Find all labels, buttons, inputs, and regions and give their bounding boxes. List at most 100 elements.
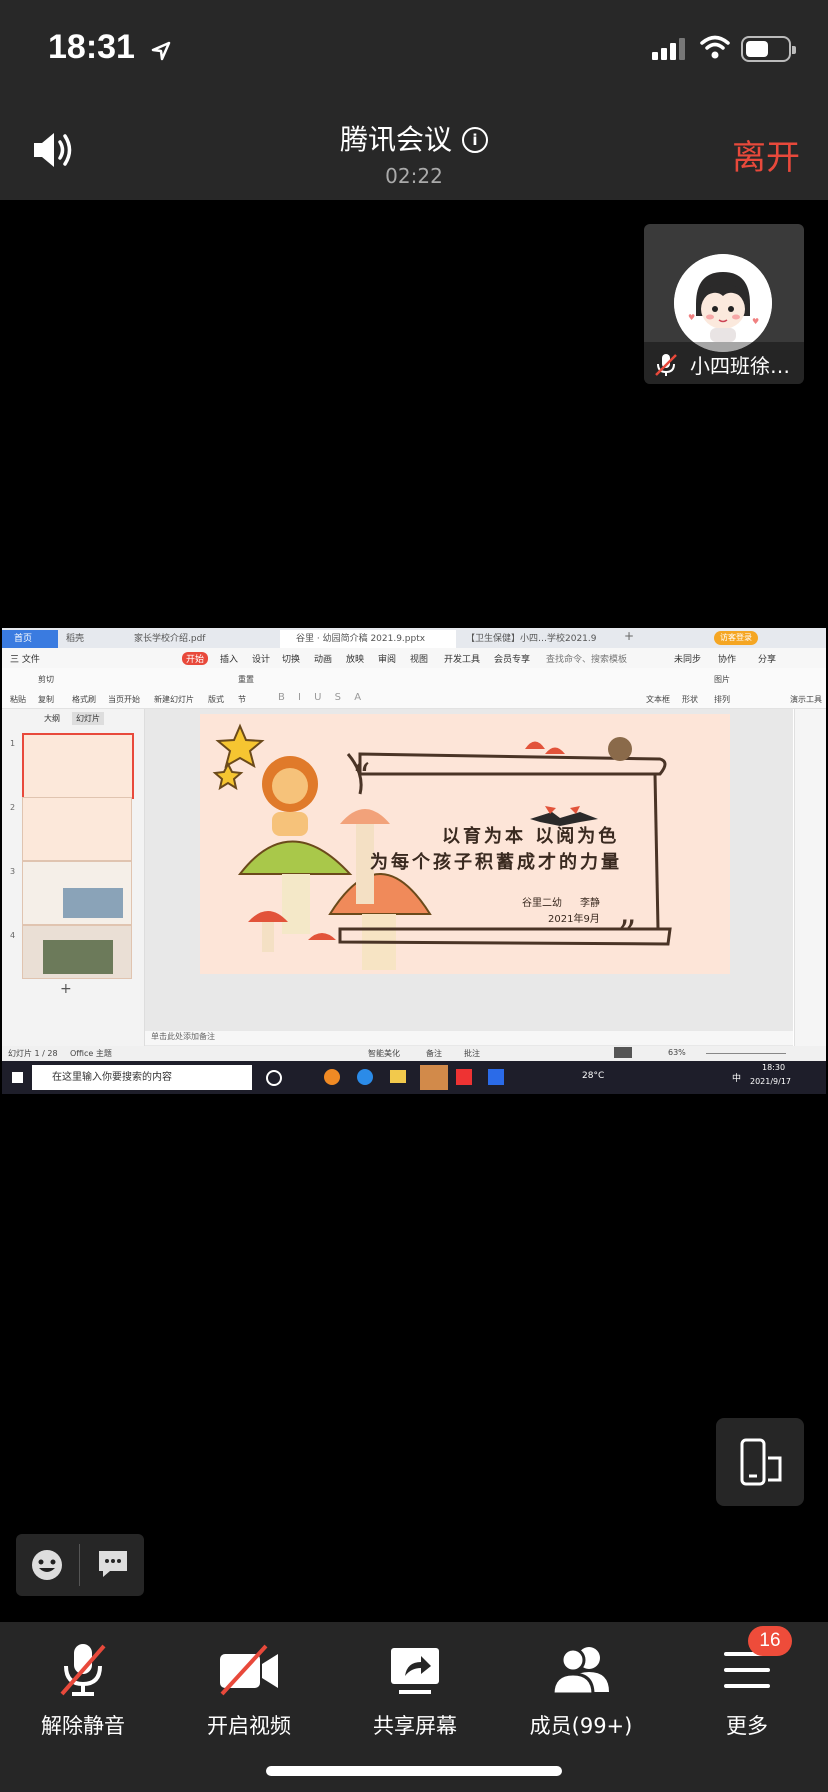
current-slide[interactable]: “ ” 以育为本 以阅为色 为每个孩子积蓄成才的力量 谷里二幼 李静 2021年… bbox=[200, 714, 730, 974]
menu-design[interactable]: 设计 bbox=[252, 652, 270, 665]
unmute-button[interactable]: 解除静音 bbox=[0, 1622, 166, 1752]
ribbon-arrange[interactable]: 排列 bbox=[714, 694, 730, 705]
menu-collaborate[interactable]: 协作 bbox=[718, 652, 736, 665]
participant-name: 小四班徐… bbox=[690, 354, 790, 378]
ribbon-cut[interactable]: 剪切 bbox=[38, 674, 54, 685]
ribbon-picture[interactable]: 图片 bbox=[714, 674, 730, 685]
status-bar: 18:31 bbox=[0, 0, 828, 100]
notes-toggle[interactable]: 备注 bbox=[426, 1048, 442, 1059]
menu-unsynced[interactable]: 未同步 bbox=[674, 652, 701, 665]
ribbon-format-painter[interactable]: 格式刷 bbox=[72, 694, 96, 705]
ribbon-shape[interactable]: 形状 bbox=[682, 694, 698, 705]
slide-thumbnail[interactable] bbox=[22, 925, 132, 979]
tab-pdf[interactable]: 家长学校介绍.pdf bbox=[118, 630, 284, 648]
location-arrow-icon bbox=[151, 41, 171, 61]
menu-home[interactable]: 开始 bbox=[182, 652, 209, 665]
switch-view-button[interactable] bbox=[716, 1418, 804, 1506]
outline-tab[interactable]: 大纲 bbox=[44, 713, 60, 724]
menu-share[interactable]: 分享 bbox=[758, 652, 776, 665]
share-screen-button[interactable]: 共享屏幕 bbox=[332, 1622, 498, 1752]
ribbon-layout[interactable]: 版式 bbox=[208, 694, 224, 705]
phone-rotate-icon bbox=[740, 1438, 782, 1486]
muted-mic-icon bbox=[655, 354, 677, 376]
add-slide-icon[interactable]: + bbox=[60, 981, 72, 997]
menu-transition[interactable]: 切换 bbox=[282, 652, 300, 665]
play-slideshow-button[interactable] bbox=[614, 1047, 632, 1058]
wps-icon[interactable] bbox=[456, 1069, 472, 1085]
home-indicator[interactable] bbox=[266, 1766, 562, 1776]
wps-status-bar: 幻灯片 1 / 28 Office 主题 智能美化 备注 批注 63% bbox=[2, 1046, 826, 1061]
menu-slideshow[interactable]: 放映 bbox=[346, 652, 364, 665]
slide-date: 2021年9月 bbox=[548, 914, 600, 925]
share-screen-label: 共享屏幕 bbox=[373, 1714, 457, 1738]
meeting-header: 腾讯会议 i 02:22 离开 bbox=[0, 100, 828, 200]
reaction-bar bbox=[16, 1534, 144, 1596]
more-button[interactable]: 16 更多 bbox=[664, 1622, 828, 1752]
wifi-icon bbox=[700, 35, 730, 59]
menu-insert[interactable]: 插入 bbox=[220, 652, 238, 665]
slide-thumbnail[interactable] bbox=[22, 861, 132, 925]
slides-tab[interactable]: 幻灯片 bbox=[72, 712, 104, 725]
menu-member[interactable]: 会员专享 bbox=[494, 652, 530, 665]
font-format-buttons[interactable]: B I U S A bbox=[278, 692, 366, 703]
slide-heading-line2: 为每个孩子积蓄成才的力量 bbox=[370, 852, 622, 873]
right-sidebar[interactable] bbox=[794, 709, 826, 1061]
cellular-signal-icon bbox=[652, 38, 685, 60]
ribbon-new-slide[interactable]: 新建幻灯片 bbox=[154, 694, 194, 705]
battery-icon bbox=[741, 36, 796, 62]
cortana-icon[interactable] bbox=[266, 1070, 282, 1086]
more-label: 更多 bbox=[726, 1714, 768, 1738]
menu-file[interactable]: 三 文件 bbox=[10, 652, 40, 665]
slide-thumbnail[interactable] bbox=[22, 733, 134, 799]
start-video-button[interactable]: 开启视频 bbox=[166, 1622, 332, 1752]
info-icon[interactable]: i bbox=[462, 127, 488, 153]
taskbar-search[interactable]: 在这里输入你要搜索的内容 bbox=[32, 1065, 252, 1090]
zoom-slider[interactable] bbox=[706, 1053, 786, 1054]
leave-button[interactable]: 离开 bbox=[732, 130, 800, 179]
emoji-icon[interactable] bbox=[30, 1548, 64, 1582]
weather-temp: 28°C bbox=[582, 1071, 605, 1081]
tab-pptx-active[interactable]: 谷里 · 幼园简介稿 2021.9.pptx bbox=[280, 630, 456, 648]
chat-icon[interactable] bbox=[96, 1548, 130, 1580]
browser-icon[interactable] bbox=[357, 1069, 373, 1085]
avatar: ♥ ♥ bbox=[674, 254, 772, 352]
slide-thumbnail[interactable] bbox=[22, 797, 132, 861]
app-icon[interactable] bbox=[324, 1069, 340, 1085]
thumb-photo bbox=[63, 888, 123, 918]
input-lang[interactable]: 中 bbox=[732, 1071, 741, 1084]
menu-review[interactable]: 审阅 bbox=[378, 652, 396, 665]
ribbon-section[interactable]: 节 bbox=[238, 694, 246, 705]
menu-animation[interactable]: 动画 bbox=[314, 652, 332, 665]
unmute-label: 解除静音 bbox=[41, 1714, 125, 1738]
command-search[interactable]: 查找命令、搜索模板 bbox=[546, 652, 627, 665]
menu-view[interactable]: 视图 bbox=[410, 652, 428, 665]
folder-icon[interactable] bbox=[390, 1070, 406, 1083]
theme-name: Office 主题 bbox=[70, 1049, 112, 1058]
windows-start-icon[interactable] bbox=[12, 1072, 23, 1083]
menu-devtools[interactable]: 开发工具 bbox=[444, 652, 480, 665]
start-video-label: 开启视频 bbox=[207, 1714, 291, 1738]
new-tab-icon[interactable]: + bbox=[624, 629, 634, 643]
members-button[interactable]: 成员(99+) bbox=[498, 1622, 664, 1752]
participant-tile[interactable]: ♥ ♥ 小四班徐… bbox=[644, 224, 804, 384]
ribbon-textbox[interactable]: 文本框 bbox=[646, 694, 670, 705]
video-off-icon bbox=[220, 1644, 278, 1696]
visitor-login-button[interactable]: 访客登录 bbox=[714, 631, 758, 645]
ribbon-presentation-tools[interactable]: 演示工具 bbox=[790, 694, 822, 705]
smart-beautify-button[interactable]: 智能美化 bbox=[368, 1048, 400, 1059]
ribbon-paste[interactable]: 粘贴 bbox=[10, 694, 26, 705]
thumb-number: 2 bbox=[10, 803, 16, 812]
ribbon-reset[interactable]: 重置 bbox=[238, 674, 254, 685]
active-app-icon[interactable] bbox=[420, 1065, 448, 1090]
tab-doc[interactable]: 【卫生保健】小四…学校2021.9 bbox=[450, 630, 626, 648]
ribbon-copy[interactable]: 复制 bbox=[38, 694, 54, 705]
members-icon bbox=[551, 1647, 609, 1696]
ribbon-from-current[interactable]: 当页开始 bbox=[108, 694, 140, 705]
comments-toggle[interactable]: 批注 bbox=[464, 1048, 480, 1059]
meeting-title-group[interactable]: 腾讯会议 i bbox=[0, 118, 828, 158]
notes-area[interactable]: 单击此处添加备注 bbox=[145, 1031, 793, 1045]
slide-panel: 大纲 幻灯片 1 2 3 4 + bbox=[2, 709, 145, 1061]
wps-tab-bar: 首页 稻壳 家长学校介绍.pdf 谷里 · 幼园简介稿 2021.9.pptx … bbox=[2, 628, 826, 648]
meeting-app-icon[interactable] bbox=[488, 1069, 504, 1085]
thumb-number: 3 bbox=[10, 867, 16, 876]
